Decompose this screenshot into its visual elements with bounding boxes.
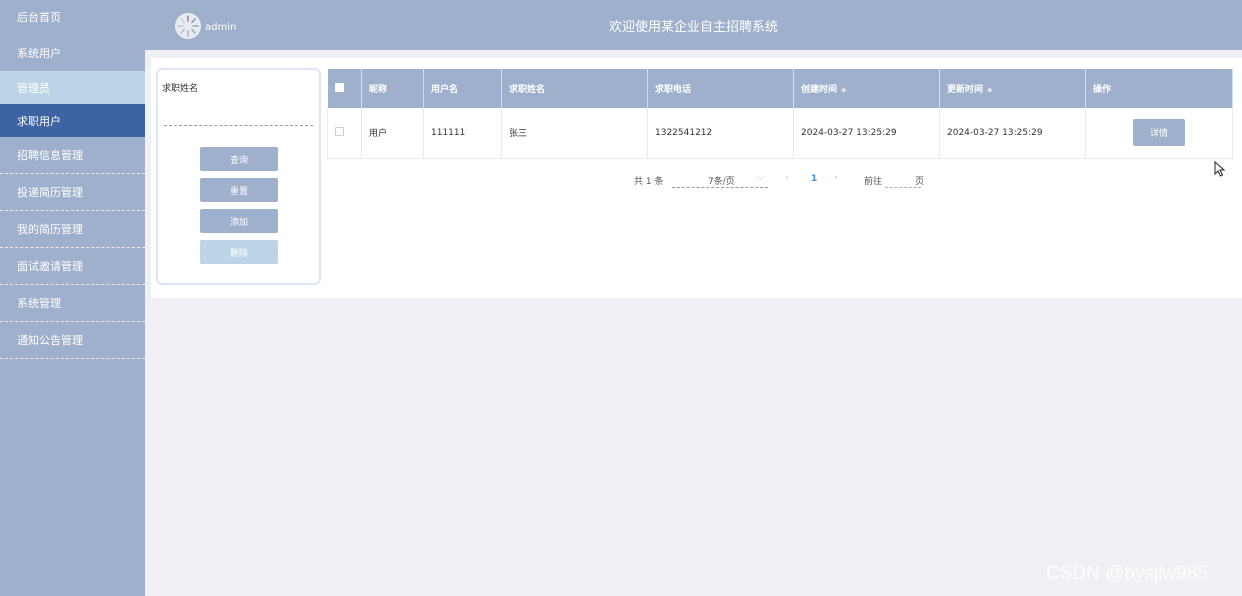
- sidebar-item-label: 系统管理: [17, 297, 61, 310]
- prev-page-icon[interactable]: ‹: [785, 173, 789, 189]
- page-number-current[interactable]: 1: [811, 174, 817, 190]
- watermark: CSDN @bysjlw985: [1046, 563, 1208, 584]
- sidebar-item-system-users[interactable]: 系统用户: [0, 34, 145, 71]
- reset-button[interactable]: 重置: [200, 178, 278, 202]
- sort-icon[interactable]: ◆: [987, 86, 992, 94]
- updated-cell: 2024-03-27 13:25:29: [939, 108, 1086, 159]
- column-header-sortable[interactable]: 更新时间 ◆: [939, 69, 1086, 108]
- table-row: 用户 111111 张三 1322541212 2024-03-27 13:25…: [327, 108, 1233, 159]
- column-header-label: 更新时间: [947, 85, 984, 95]
- column-header: 求职电话: [647, 69, 794, 108]
- created-cell: 2024-03-27 13:25:29: [793, 108, 940, 159]
- top-header: admin 欢迎使用某企业自主招聘系统: [145, 0, 1242, 50]
- mouse-cursor-icon: [1214, 161, 1226, 177]
- add-button[interactable]: 添加: [200, 209, 278, 233]
- sidebar-item-admin[interactable]: 管理员: [0, 71, 145, 104]
- detail-button[interactable]: 详情: [1133, 119, 1185, 147]
- column-header: 求职姓名: [501, 69, 648, 108]
- sidebar-item-label: 招聘信息管理: [17, 149, 83, 162]
- action-cell: 详情: [1085, 108, 1233, 159]
- column-header: 用户名: [423, 69, 502, 108]
- sidebar-item-notices[interactable]: 通知公告管理: [0, 322, 145, 359]
- sidebar-item-label: 管理员: [17, 81, 50, 95]
- goto-label: 前往: [864, 177, 883, 187]
- phone-cell: 1322541212: [647, 108, 794, 159]
- table-header-row: 昵称 用户名 求职姓名 求职电话 创建时间 ◆ 更新时间 ◆ 操作: [327, 69, 1233, 108]
- query-button[interactable]: 查询: [200, 147, 278, 171]
- select-cell: [327, 108, 362, 159]
- sidebar-item-job-seekers[interactable]: 求职用户: [0, 104, 145, 137]
- column-header-sortable[interactable]: 创建时间 ◆: [793, 69, 940, 108]
- select-all-cell: [327, 69, 362, 108]
- name-cell: 张三: [501, 108, 648, 159]
- page-size-value: 7条/页: [708, 177, 735, 187]
- chevron-down-icon: ⌵: [757, 173, 764, 183]
- column-header-label: 创建时间: [801, 85, 838, 95]
- delete-button[interactable]: 删除: [200, 240, 278, 264]
- sidebar-item-system[interactable]: 系统管理: [0, 285, 145, 322]
- sort-icon[interactable]: ◆: [841, 86, 846, 94]
- sidebar-item-label: 我的简历管理: [17, 223, 83, 236]
- username-cell: 111111: [423, 108, 502, 159]
- search-panel: 求职姓名 查询 重置 添加 删除: [156, 68, 321, 285]
- select-all-checkbox[interactable]: [334, 82, 344, 92]
- next-page-icon[interactable]: ›: [834, 173, 838, 189]
- sidebar-item-resume-delivery[interactable]: 投递简历管理: [0, 174, 145, 211]
- search-label: 求职姓名: [162, 84, 199, 94]
- sidebar-item-label: 求职用户: [17, 114, 61, 128]
- sidebar-item-label: 系统用户: [17, 46, 61, 60]
- sidebar-item-label: 通知公告管理: [17, 334, 83, 347]
- job-seeker-name-input[interactable]: [164, 116, 313, 126]
- sidebar: 后台首页 系统用户 管理员 求职用户 招聘信息管理 投递简历管理 我的简历管理 …: [0, 0, 145, 596]
- sidebar-item-label: 后台首页: [17, 11, 61, 24]
- pagination-total: 共 1 条: [634, 177, 664, 187]
- sidebar-item-label: 面试邀请管理: [17, 260, 83, 273]
- page-suffix: 页: [915, 177, 925, 187]
- page-size-select[interactable]: 7条/页 ⌵: [672, 172, 768, 188]
- sidebar-item-label: 投递简历管理: [17, 186, 83, 199]
- page-title: 欢迎使用某企业自主招聘系统: [608, 20, 778, 35]
- sidebar-item-recruitment[interactable]: 招聘信息管理: [0, 137, 145, 174]
- nickname-cell: 用户: [361, 108, 424, 159]
- column-header: 昵称: [361, 69, 424, 108]
- sidebar-item-my-resume[interactable]: 我的简历管理: [0, 211, 145, 248]
- row-checkbox[interactable]: [335, 126, 344, 136]
- sidebar-item-home[interactable]: 后台首页: [0, 0, 145, 34]
- sidebar-item-interview[interactable]: 面试邀请管理: [0, 248, 145, 285]
- column-header: 操作: [1085, 69, 1233, 108]
- data-table: 昵称 用户名 求职姓名 求职电话 创建时间 ◆ 更新时间 ◆ 操作 用户 11111…: [327, 69, 1233, 159]
